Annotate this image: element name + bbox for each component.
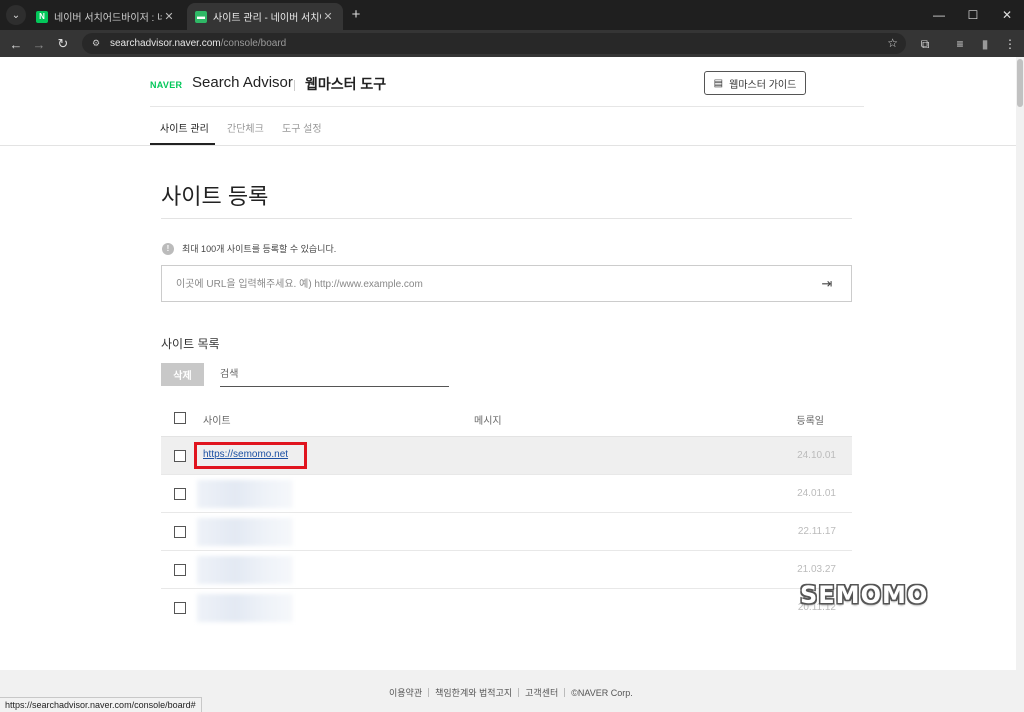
footer-terms-link[interactable]: 이용약관 — [389, 686, 422, 699]
minimize-icon[interactable]: — — [922, 0, 956, 30]
date-cell: 24.01.01 — [797, 488, 836, 499]
brand-divider — [294, 80, 295, 91]
footer-separator — [518, 688, 520, 697]
footer-legal-link[interactable]: 책임한계와 법적고지 — [435, 686, 512, 699]
site-header: NAVER Search Advisor 웹마스터 도구 ▤ 웹마스터 가이드 — [150, 57, 864, 107]
site-info-icon[interactable]: ⚙ — [90, 38, 102, 50]
footer-copyright: ©NAVER Corp. — [571, 687, 633, 698]
forward-icon[interactable]: → — [29, 34, 49, 54]
table-row[interactable]: 21.03.27 — [161, 551, 852, 589]
browser-toolbar: ← → ↻ ⚙ searchadvisor.naver.com/console/… — [0, 30, 1024, 57]
table-header: 사이트 메시지 등록일 — [161, 399, 852, 437]
blurred-site-cell — [197, 556, 293, 584]
url-path: /console/board — [220, 38, 287, 49]
delete-button[interactable]: 삭제 — [161, 363, 204, 386]
header-divider — [0, 145, 1016, 146]
row-checkbox[interactable] — [174, 602, 186, 614]
url-host: searchadvisor.naver.com — [110, 38, 221, 49]
page-title: 사이트 등록 — [161, 184, 269, 209]
row-checkbox[interactable] — [174, 526, 186, 538]
blurred-site-cell — [197, 480, 293, 508]
title-divider — [161, 218, 852, 219]
date-cell: 21.03.27 — [797, 564, 836, 575]
guide-button-label: 웹마스터 가이드 — [729, 79, 797, 91]
brand-title[interactable]: Search Advisor — [192, 74, 293, 91]
search-advisor-favicon-icon: ▬ — [195, 10, 207, 23]
search-box — [220, 363, 449, 387]
footer-separator — [564, 688, 566, 697]
row-checkbox[interactable] — [174, 450, 186, 462]
table-row[interactable]: https://semomo.net 24.10.01 — [161, 437, 852, 475]
submit-url-icon[interactable]: ⇥ — [819, 276, 835, 292]
table-row[interactable]: 22.11.17 — [161, 513, 852, 551]
table-row[interactable]: 20.11.12 — [161, 589, 852, 627]
scrollbar[interactable] — [1016, 57, 1024, 712]
url-input-box: ⇥ — [161, 265, 852, 302]
tab-close-icon[interactable]: ✕ — [162, 10, 176, 23]
tab-site-management[interactable]: 사이트 관리 — [160, 120, 209, 135]
header-site: 사이트 — [203, 416, 231, 427]
watermark: SEMOMO — [800, 581, 929, 609]
tab-search-icon[interactable]: ⌄ — [6, 5, 26, 25]
profile-icon[interactable]: ▮ — [975, 34, 995, 54]
browser-tab-bar: ⌄ N 네이버 서치어드바이저 : 네이버 ✕ ▬ 사이트 관리 - 네이버 서… — [0, 0, 1024, 30]
scrollbar-thumb[interactable] — [1017, 59, 1023, 107]
date-cell: 22.11.17 — [797, 526, 836, 537]
close-window-icon[interactable]: ✕ — [990, 0, 1024, 30]
reading-list-icon[interactable]: ≡ — [950, 34, 970, 54]
maximize-icon[interactable]: ☐ — [956, 0, 990, 30]
browser-menu-icon[interactable]: ⋮ — [1000, 34, 1020, 54]
reload-icon[interactable]: ↻ — [53, 34, 73, 54]
back-icon[interactable]: ← — [6, 34, 26, 54]
brand-subtitle[interactable]: 웹마스터 도구 — [305, 74, 386, 94]
table-row[interactable]: 24.01.01 — [161, 475, 852, 513]
notice: ! 최대 100개 사이트를 등록할 수 있습니다. — [162, 242, 336, 255]
webmaster-guide-button[interactable]: ▤ 웹마스터 가이드 — [704, 71, 806, 95]
blurred-site-cell — [197, 518, 293, 546]
naver-logo[interactable]: NAVER — [150, 80, 182, 90]
header-date: 등록일 — [796, 416, 824, 427]
date-cell: 24.10.01 — [797, 450, 836, 461]
row-checkbox[interactable] — [174, 564, 186, 576]
browser-tab-2[interactable]: ▬ 사이트 관리 - 네이버 서치어드 ✕ — [187, 3, 343, 30]
notice-text: 최대 100개 사이트를 등록할 수 있습니다. — [182, 244, 337, 254]
search-input[interactable] — [220, 363, 449, 386]
site-list-title: 사이트 목록 — [161, 337, 220, 351]
naver-favicon-icon: N — [36, 10, 48, 23]
footer-separator — [428, 688, 430, 697]
site-table: 사이트 메시지 등록일 https://semomo.net 24.10.01 … — [161, 399, 852, 627]
header-message: 메시지 — [474, 416, 502, 427]
select-all-checkbox[interactable] — [174, 412, 186, 424]
extensions-icon[interactable]: ⧉ — [915, 34, 935, 54]
status-bar-url: https://searchadvisor.naver.com/console/… — [0, 697, 202, 712]
blurred-site-cell — [197, 594, 293, 622]
address-bar[interactable]: ⚙ searchadvisor.naver.com/console/board … — [82, 33, 906, 54]
tab-title: 네이버 서치어드바이저 : 네이버 — [54, 13, 162, 24]
browser-tab-1[interactable]: N 네이버 서치어드바이저 : 네이버 ✕ — [28, 3, 184, 30]
page-content: NAVER Search Advisor 웹마스터 도구 ▤ 웹마스터 가이드 … — [0, 57, 1024, 712]
tab-close-icon[interactable]: ✕ — [321, 10, 335, 23]
book-icon: ▤ — [713, 77, 724, 89]
row-checkbox[interactable] — [174, 488, 186, 500]
info-icon: ! — [162, 242, 174, 255]
bookmark-star-icon[interactable]: ☆ — [887, 36, 898, 50]
tab-tool-settings[interactable]: 도구 설정 — [282, 120, 322, 135]
highlight-box — [194, 442, 307, 469]
new-tab-icon[interactable]: + — [347, 6, 365, 24]
tab-title: 사이트 관리 - 네이버 서치어드 — [213, 13, 321, 24]
tab-quick-check[interactable]: 간단체크 — [227, 120, 264, 135]
footer-support-link[interactable]: 고객센터 — [525, 686, 558, 699]
url-input[interactable] — [176, 275, 796, 293]
sub-navigation: 사이트 관리 간단체크 도구 설정 — [150, 108, 864, 145]
